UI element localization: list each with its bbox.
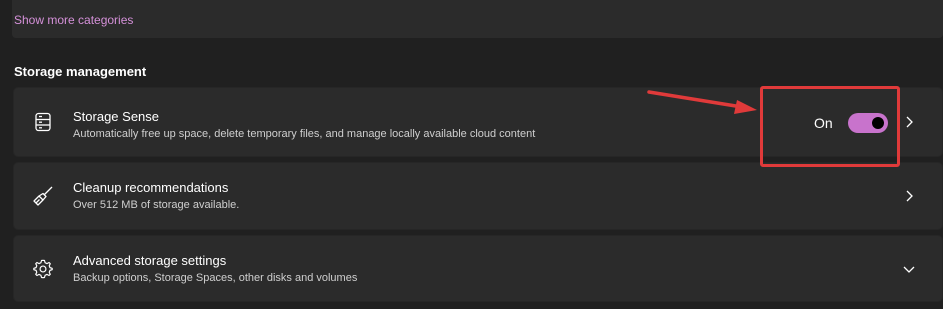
gear-icon (32, 258, 54, 280)
storage-icon (32, 111, 54, 133)
cleanup-description: Over 512 MB of storage available. (73, 199, 240, 211)
advanced-storage-text: Advanced storage settings Backup options… (73, 253, 357, 284)
advanced-storage-title: Advanced storage settings (73, 253, 227, 268)
section-title: Storage management (14, 64, 147, 79)
toggle-state-label: On (814, 115, 833, 131)
show-more-categories-link[interactable]: Show more categories (14, 13, 133, 27)
toggle-knob (871, 117, 884, 129)
storage-sense-toggle[interactable] (847, 113, 888, 133)
storage-sense-toggle-group: On (814, 113, 888, 133)
storage-sense-title: Storage Sense (73, 109, 160, 124)
cleanup-title: Cleanup recommendations (73, 180, 229, 195)
storage-sense-description: Automatically free up space, delete temp… (73, 128, 536, 140)
advanced-storage-settings-card[interactable]: Advanced storage settings Backup options… (13, 235, 943, 302)
chevron-right-icon[interactable] (902, 115, 916, 129)
cleanup-text: Cleanup recommendations Over 512 MB of s… (73, 180, 239, 211)
storage-sense-card[interactable]: Storage Sense Automatically free up spac… (13, 87, 943, 157)
broom-icon (32, 185, 54, 207)
advanced-storage-description: Backup options, Storage Spaces, other di… (73, 272, 358, 284)
cleanup-recommendations-card[interactable]: Cleanup recommendations Over 512 MB of s… (13, 162, 943, 230)
chevron-right-icon[interactable] (902, 189, 916, 203)
storage-sense-text: Storage Sense Automatically free up spac… (73, 109, 535, 140)
previous-card (12, 0, 943, 38)
top-strip: Show more categories (0, 0, 943, 40)
chevron-down-icon[interactable] (902, 262, 916, 276)
